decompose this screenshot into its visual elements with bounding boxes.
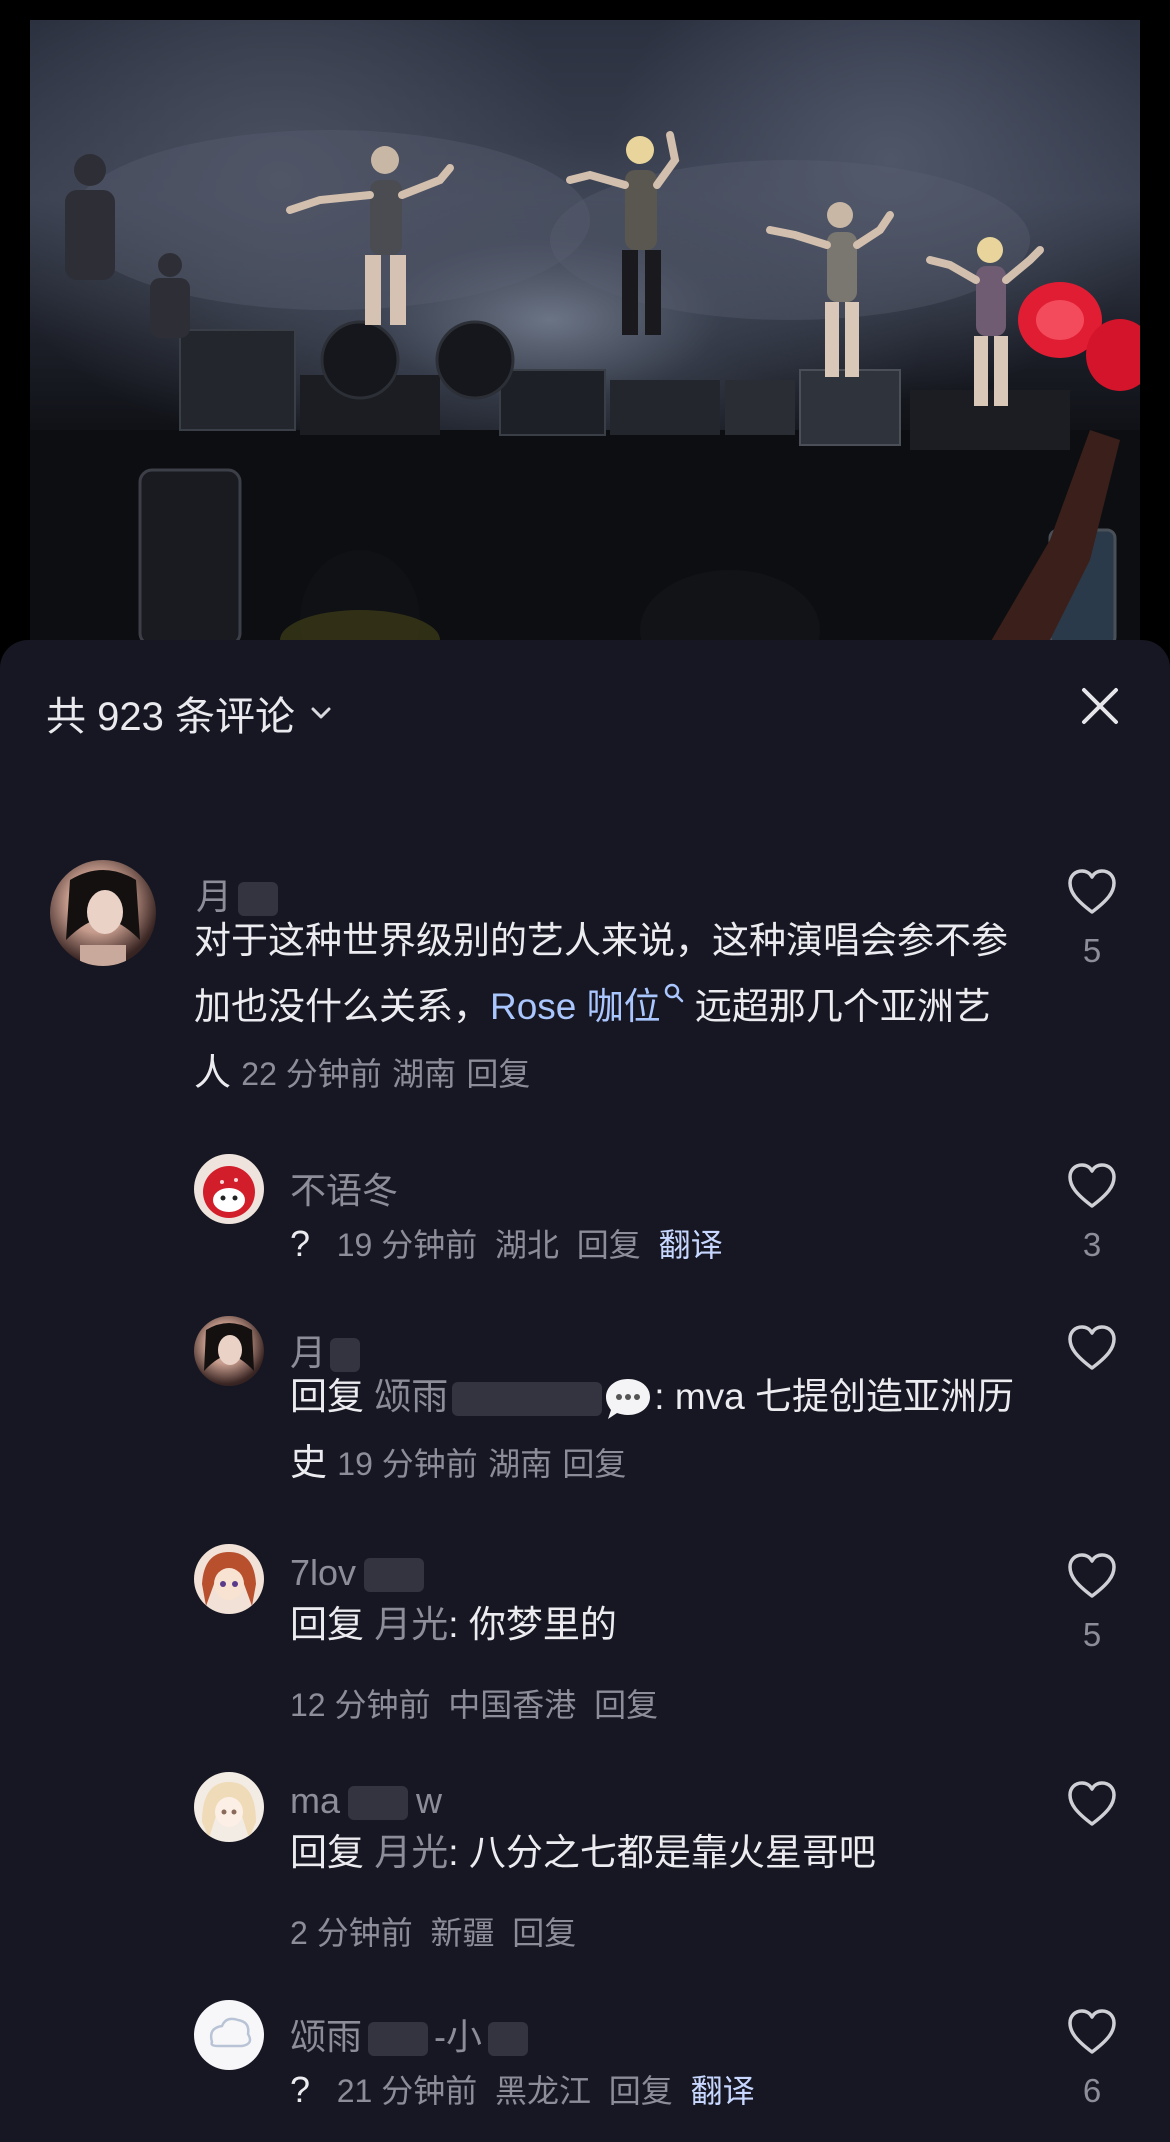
comment-time: 19 分钟前 (337, 1446, 478, 1482)
avatar[interactable] (194, 1154, 264, 1224)
comment-meta: ? 19 分钟前 湖北 回复 翻译 (290, 1220, 723, 1266)
comment-text: ? (290, 1223, 311, 1264)
comment-username[interactable]: ma w (290, 1780, 442, 1822)
comment-username[interactable]: 颂雨 -小 (290, 2008, 529, 2060)
heart-outline-icon[interactable] (1066, 1324, 1118, 1372)
comment-text: ? (290, 2069, 311, 2110)
avatar-image (66, 870, 140, 966)
comment-time: 21 分钟前 (336, 2073, 478, 2109)
reply-target[interactable]: 月光 (374, 1604, 448, 1645)
avatar[interactable] (194, 2000, 264, 2070)
translate-button[interactable]: 翻译 (659, 1227, 723, 1263)
avatar[interactable] (50, 860, 156, 966)
comments-count-title: 共 923 条评论 (46, 695, 295, 739)
comment-text: 回复 颂雨: mva 七提创造亚洲历史 19 分钟前 湖南 回复 (290, 1376, 1015, 1483)
heart-outline-icon[interactable] (1066, 1780, 1118, 1828)
comment-meta: ? 21 分钟前 黑龙江 回复 翻译 (290, 2066, 755, 2112)
translate-button[interactable]: 翻译 (691, 2073, 755, 2109)
comments-sheet: 共 923 条评论 月 对于这种世界级别的艺人来说，这种演唱会参不参加也没什么关… (0, 640, 1170, 2142)
avatar-image (209, 2017, 252, 2048)
comment-location: 新疆 (430, 1915, 495, 1951)
redacted-text (348, 1786, 409, 1821)
comment-time: 2 分钟前 (290, 1915, 413, 1951)
comment-username[interactable]: 不语冬 (290, 1162, 398, 1214)
heart-outline-icon[interactable] (1066, 1552, 1118, 1600)
comment-location: 湖南 (488, 1446, 553, 1482)
comment-text: 对于这种世界级别的艺人来说，这种演唱会参不参加也没什么关系，Rose 咖位 远超… (194, 920, 1008, 1093)
reply-button[interactable]: 回复 (609, 2073, 673, 2109)
avatar[interactable] (194, 1772, 264, 1842)
comment-text: 回复 月光: 你梦里的 (290, 1604, 617, 1645)
avatar-image (204, 1323, 254, 1371)
reply-target[interactable]: 颂雨 (374, 1376, 603, 1417)
like-count: 3 (1082, 1226, 1102, 1263)
concert-stage-image (30, 130, 1140, 660)
like-count: 5 (1082, 932, 1102, 969)
comments-count-dropdown[interactable]: 共 923 条评论 (46, 684, 335, 742)
avatar-image (202, 1782, 256, 1838)
reply-button[interactable]: 回复 (466, 1056, 530, 1092)
avatar[interactable] (194, 1316, 264, 1386)
redacted-text (364, 1558, 425, 1593)
heart-outline-icon[interactable] (1066, 2008, 1118, 2056)
comment-text: 回复 月光: 八分之七都是靠火星哥吧 (290, 1832, 876, 1873)
comment-time: 22 分钟前 (241, 1056, 382, 1092)
comment-location: 湖南 (392, 1056, 457, 1092)
chevron-down-icon (311, 707, 331, 719)
reply-button[interactable]: 回复 (512, 1915, 576, 1951)
reply-button[interactable]: 回复 (562, 1446, 626, 1482)
avatar-image (203, 1166, 255, 1218)
avatar[interactable] (194, 1544, 264, 1614)
comment-location: 黑龙江 (494, 2073, 591, 2109)
comment-meta: 12 分钟前 中国香港 回复 (290, 1680, 658, 1726)
redacted-text (368, 2022, 429, 2057)
redacted-text (452, 1382, 603, 1417)
search-link[interactable]: Rose 咖位 (490, 983, 685, 1027)
video-player[interactable] (30, 20, 1140, 660)
speech-bubble-icon (606, 1379, 651, 1420)
comment-location: 中国香港 (448, 1687, 577, 1723)
comment-time: 19 分钟前 (336, 1227, 478, 1263)
avatar-image (202, 1552, 256, 1606)
search-icon (664, 983, 683, 1003)
like-count: 5 (1082, 1616, 1102, 1653)
close-icon[interactable] (1078, 684, 1122, 728)
heart-outline-icon[interactable] (1066, 868, 1118, 916)
reply-target[interactable]: 月光 (374, 1832, 448, 1873)
comment-location: 湖北 (494, 1227, 559, 1263)
like-count: 6 (1082, 2072, 1102, 2109)
comment-time: 12 分钟前 (290, 1687, 431, 1723)
comment-meta: 2 分钟前 新疆 回复 (290, 1908, 576, 1954)
redacted-text (488, 2022, 529, 2057)
reply-button[interactable]: 回复 (577, 1227, 641, 1263)
heart-outline-icon[interactable] (1066, 1162, 1118, 1210)
reply-button[interactable]: 回复 (594, 1687, 658, 1723)
comment-username[interactable]: 7lov (290, 1552, 425, 1594)
